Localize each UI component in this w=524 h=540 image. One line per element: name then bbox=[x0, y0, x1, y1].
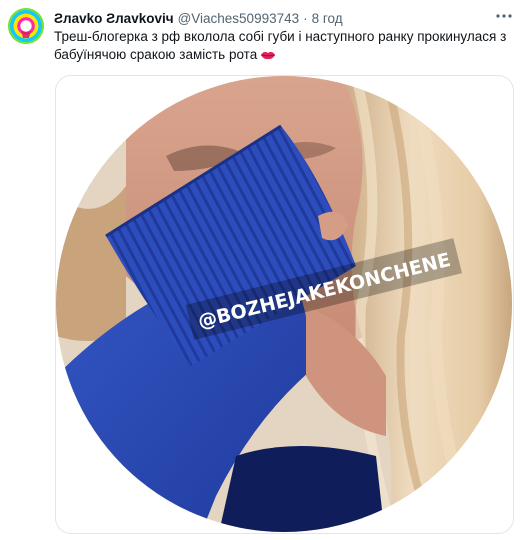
tweet-media[interactable]: @BOZHEJAKEKONCHENE bbox=[55, 75, 514, 534]
tweet-timestamp[interactable]: 8 год bbox=[312, 11, 343, 26]
author-handle[interactable]: @Viaches50993743 bbox=[178, 11, 300, 26]
tweet-text-line-2: бабуїнячою сракою замість рота bbox=[54, 46, 520, 67]
separator-dot: · bbox=[303, 10, 308, 26]
media-image: @BOZHEJAKEKONCHENE bbox=[56, 76, 512, 532]
tweet-card[interactable]: Ƨлavko Ƨлavkoviч @Viaches50993743 · 8 го… bbox=[0, 0, 524, 540]
author-name[interactable]: Ƨлavko Ƨлavkoviч bbox=[54, 11, 174, 26]
tweet-text-line-1: Треш-блогерка з рф вколола собі губи і н… bbox=[54, 29, 507, 44]
tweet-header: Ƨлavko Ƨлavkoviч @Viaches50993743 · 8 го… bbox=[54, 9, 343, 27]
kiss-mark-icon bbox=[260, 48, 276, 67]
tweet-text-line-2-content: бабуїнячою сракою замість рота bbox=[54, 47, 258, 62]
author-avatar[interactable] bbox=[8, 8, 44, 44]
tweet-text: Треш-блогерка з рф вколола собі губи і н… bbox=[54, 28, 520, 67]
more-icon[interactable] bbox=[492, 6, 516, 26]
avatar-image bbox=[21, 21, 31, 38]
